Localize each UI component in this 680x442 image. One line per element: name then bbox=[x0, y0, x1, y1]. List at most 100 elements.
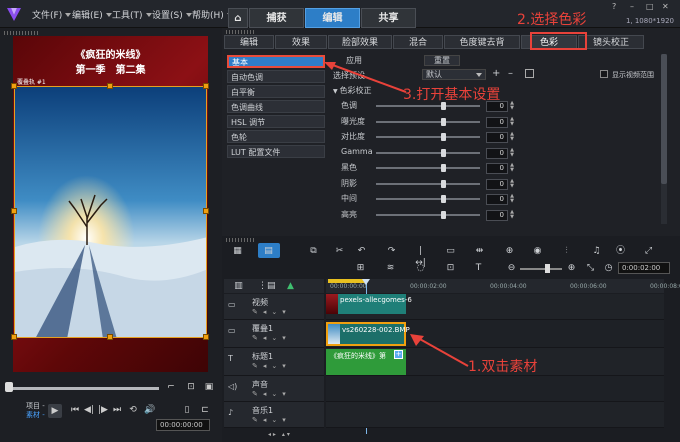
slider-track[interactable] bbox=[376, 198, 480, 200]
reset-button[interactable]: 重置 bbox=[424, 55, 460, 66]
options-scrollbar[interactable] bbox=[661, 54, 667, 224]
slider-track[interactable] bbox=[376, 213, 480, 216]
track-controls-icon[interactable]: ✎◂⌄▾ bbox=[252, 308, 291, 316]
subtab-lens-correction[interactable]: 镜头校正 bbox=[578, 35, 644, 49]
slider-knob[interactable] bbox=[441, 148, 446, 157]
maximize-icon[interactable]: □ bbox=[646, 3, 654, 11]
menu-file[interactable]: 文件(F) bbox=[32, 8, 72, 21]
panel-grip[interactable] bbox=[4, 31, 40, 35]
split-icon[interactable]: ✂ bbox=[333, 245, 346, 257]
volume-icon[interactable]: 🔊 bbox=[144, 405, 155, 415]
video-clip[interactable]: pexels-allecgomes-6 bbox=[326, 294, 412, 314]
track-color-icon[interactable]: ▲ bbox=[284, 280, 297, 292]
slider-track[interactable] bbox=[376, 167, 480, 169]
spin-arrows-icon[interactable]: ▲ ▼ bbox=[509, 194, 515, 205]
track-list-icon[interactable]: ⋮▤ bbox=[258, 280, 276, 292]
playhead-icon[interactable] bbox=[362, 279, 370, 285]
slider-value-field[interactable]: 0 bbox=[486, 209, 508, 221]
tab-capture[interactable]: 捕获 bbox=[249, 8, 304, 28]
overlay-photo[interactable] bbox=[14, 86, 207, 338]
track-lane[interactable] bbox=[326, 376, 664, 402]
auto-music-icon[interactable]: ♫ bbox=[590, 245, 603, 257]
subtab-blend[interactable]: 混合 bbox=[393, 35, 443, 49]
play-icon[interactable]: ▶ bbox=[48, 404, 62, 418]
motion-icon[interactable]: ⊕ bbox=[503, 245, 516, 257]
menu-settings[interactable]: 设置(S) bbox=[152, 8, 192, 21]
mask-icon[interactable]: ⊡ bbox=[444, 262, 457, 274]
help-icon[interactable]: ? bbox=[612, 3, 620, 11]
preview-timecode[interactable]: 00:00:00:00 bbox=[156, 419, 210, 431]
timeline-timecode[interactable]: 0:00:02:00 bbox=[618, 262, 670, 274]
resize-handle-t[interactable] bbox=[107, 83, 113, 89]
scrubber-knob[interactable] bbox=[5, 382, 13, 392]
mark-in-icon[interactable]: ⌐ bbox=[166, 382, 176, 392]
spin-arrows-icon[interactable]: ▲ ▼ bbox=[509, 178, 515, 190]
loop-icon[interactable]: ◌ bbox=[414, 262, 427, 274]
track-manager-icon[interactable]: ⧉ bbox=[307, 245, 320, 257]
slider-knob[interactable] bbox=[441, 179, 446, 188]
text-3d-icon[interactable]: T bbox=[472, 262, 485, 274]
list-item-auto-tone[interactable]: 自动色调 bbox=[227, 70, 325, 83]
overlay-clip[interactable]: vs260228-002.BMP bbox=[326, 322, 410, 346]
snapshot-icon[interactable]: ▣ bbox=[204, 382, 214, 392]
zoom-slider-knob[interactable] bbox=[545, 264, 550, 273]
spin-arrows-icon[interactable]: ▲ ▼ bbox=[509, 209, 515, 221]
menu-edit[interactable]: 编辑(E) bbox=[72, 8, 112, 21]
subtab-face-effect[interactable]: 脸部效果 bbox=[328, 35, 392, 49]
slider-knob[interactable] bbox=[441, 117, 446, 126]
tab-share[interactable]: 共享 bbox=[361, 8, 416, 28]
resize-handle-tl[interactable] bbox=[11, 83, 17, 89]
preset-select[interactable]: 默认 bbox=[422, 69, 486, 80]
mix-icon[interactable]: ⫶ bbox=[560, 245, 573, 257]
slider-track[interactable] bbox=[376, 136, 480, 138]
mode-clip[interactable]: 素材 - bbox=[26, 410, 45, 420]
track-controls-icon[interactable]: ✎◂⌄▾ bbox=[252, 334, 291, 342]
slider-knob[interactable] bbox=[441, 164, 446, 172]
tab-home[interactable]: ⌂ bbox=[228, 8, 248, 28]
add-track-icon[interactable]: ▥ bbox=[232, 280, 245, 292]
subtab-effect[interactable]: 效果 bbox=[275, 35, 327, 49]
scrollbar-thumb[interactable] bbox=[661, 54, 667, 184]
track-controls-icon[interactable]: ✎◂⌄▾ bbox=[252, 390, 291, 398]
spin-arrows-icon[interactable]: ▲ ▼ bbox=[509, 132, 515, 143]
resize-handle-tr[interactable] bbox=[203, 83, 209, 89]
clock-icon[interactable]: ◷ bbox=[602, 262, 615, 274]
tab-edit[interactable]: 编辑 bbox=[305, 8, 360, 28]
slider-track[interactable] bbox=[376, 120, 480, 123]
close-icon[interactable]: ✕ bbox=[662, 3, 670, 11]
list-item-hsl[interactable]: HSL 调节 bbox=[227, 115, 325, 128]
repeat-icon[interactable]: ⟲ bbox=[128, 405, 138, 415]
spin-arrows-icon[interactable]: ▲ ▼ bbox=[509, 147, 515, 159]
menu-help[interactable]: 帮助(H) bbox=[192, 8, 233, 21]
spin-arrows-icon[interactable]: ▲ ▼ bbox=[509, 101, 515, 112]
subtitle-icon[interactable]: ▭ bbox=[444, 245, 457, 257]
slider-value-field[interactable]: 0 bbox=[486, 132, 508, 143]
resize-handle-bl[interactable] bbox=[11, 334, 17, 340]
spin-arrows-icon[interactable]: ▲ ▼ bbox=[509, 116, 515, 128]
list-item-lut[interactable]: LUT 配置文件 bbox=[227, 145, 325, 158]
spin-arrows-icon[interactable]: ▲ ▼ bbox=[509, 163, 515, 174]
resize-handle-l[interactable] bbox=[11, 208, 17, 214]
slider-value-field[interactable]: 0 bbox=[486, 194, 508, 205]
slider-knob[interactable] bbox=[441, 210, 446, 219]
zoom-in-icon[interactable]: ⊕ bbox=[565, 262, 578, 274]
device-icon[interactable]: ▯ bbox=[182, 405, 192, 415]
timeline-view-icon[interactable]: ▤ bbox=[262, 245, 275, 257]
list-item-white-balance[interactable]: 白平衡 bbox=[227, 85, 325, 98]
undo-icon[interactable]: ↶ bbox=[355, 245, 368, 257]
zoom-out-icon[interactable]: ⊖ bbox=[505, 262, 518, 274]
snap-icon[interactable]: ⊞ bbox=[354, 262, 367, 274]
track-lane[interactable] bbox=[326, 402, 664, 428]
track-header[interactable] bbox=[224, 376, 324, 402]
multi-cam-icon[interactable]: ⦿ bbox=[614, 245, 627, 257]
slider-knob[interactable] bbox=[441, 195, 446, 203]
zoom-slider[interactable] bbox=[520, 268, 562, 270]
redo-icon[interactable]: ↷ bbox=[385, 245, 398, 257]
track-controls-icon[interactable]: ✎◂⌄▾ bbox=[252, 362, 291, 370]
list-item-color-wheel[interactable]: 色轮 bbox=[227, 130, 325, 143]
preview-scrubber[interactable] bbox=[9, 387, 159, 390]
resize-handle-b[interactable] bbox=[107, 334, 113, 340]
subtab-chroma-key[interactable]: 色度键去背 bbox=[444, 35, 520, 49]
slider-value-field[interactable]: 0 bbox=[486, 178, 508, 190]
minimize-icon[interactable]: – bbox=[630, 3, 638, 11]
